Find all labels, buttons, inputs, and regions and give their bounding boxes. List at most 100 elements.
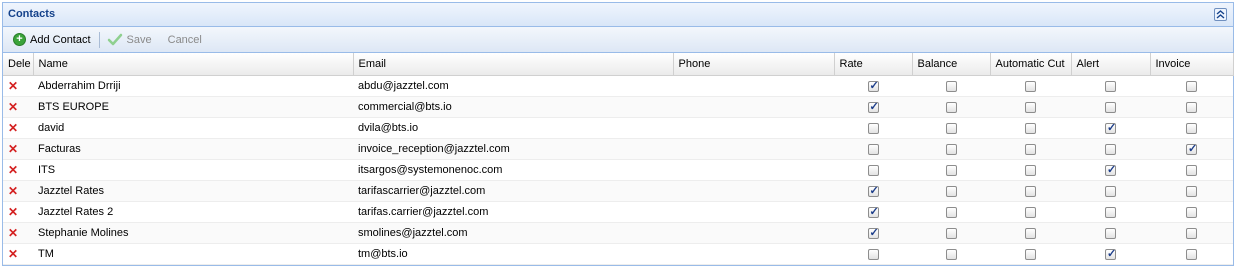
email-cell[interactable]: tm@bts.io [353, 243, 673, 265]
balance-checkbox[interactable] [945, 80, 957, 92]
save-button[interactable]: Save [104, 30, 155, 50]
invoice-checkbox[interactable] [1186, 80, 1197, 92]
alert-checkbox[interactable] [1105, 227, 1116, 239]
alert-checkbox[interactable] [1105, 247, 1116, 260]
automatic-cut-checkbox[interactable] [1025, 122, 1036, 134]
cancel-button[interactable]: Cancel [161, 30, 205, 50]
delete-x-icon[interactable]: ✕ [8, 226, 18, 240]
email-cell[interactable]: commercial@bts.io [353, 96, 673, 118]
phone-cell[interactable] [673, 159, 834, 181]
balance-checkbox[interactable] [945, 122, 957, 134]
balance-checkbox[interactable] [945, 164, 957, 176]
alert-checkbox[interactable] [1105, 101, 1116, 113]
automatic-cut-checkbox[interactable] [1025, 164, 1036, 176]
rate-checkbox[interactable] [867, 79, 879, 92]
balance-checkbox[interactable] [945, 248, 957, 260]
name-cell[interactable]: david [33, 117, 353, 139]
name-cell[interactable]: Jazztel Rates 2 [33, 201, 353, 223]
name-cell[interactable]: BTS EUROPE [33, 96, 353, 118]
rate-checkbox[interactable] [867, 248, 879, 260]
column-header-alert[interactable]: Alert [1071, 53, 1151, 76]
rate-checkbox[interactable] [867, 205, 879, 218]
balance-checkbox[interactable] [945, 143, 957, 155]
automatic-cut-checkbox[interactable] [1025, 143, 1036, 155]
balance-checkbox[interactable] [945, 185, 957, 197]
column-header-rate[interactable]: Rate [834, 53, 913, 76]
add-contact-button[interactable]: + Add Contact [10, 30, 94, 50]
name-cell[interactable]: TM [33, 243, 353, 265]
phone-cell[interactable] [673, 138, 834, 160]
table-row[interactable]: ✕ Abderrahim Drriji abdu@jazztel.com [3, 75, 1233, 97]
balance-checkbox[interactable] [945, 206, 957, 218]
name-cell[interactable]: Facturas [33, 138, 353, 160]
automatic-cut-checkbox[interactable] [1025, 80, 1036, 92]
phone-cell[interactable] [673, 243, 834, 265]
delete-x-icon[interactable]: ✕ [8, 184, 18, 198]
email-cell[interactable]: tarifas.carrier@jazztel.com [353, 201, 673, 223]
table-row[interactable]: ✕ Jazztel Rates 2 tarifas.carrier@jazztel.… [3, 201, 1233, 223]
phone-cell[interactable] [673, 117, 834, 139]
name-cell[interactable]: Stephanie Molines [33, 222, 353, 244]
rate-checkbox[interactable] [867, 100, 879, 113]
delete-x-icon[interactable]: ✕ [8, 205, 18, 219]
table-row[interactable]: ✕ Jazztel Rates tarifascarrier@jazztel.com [3, 180, 1233, 202]
column-header-email[interactable]: Email [353, 53, 674, 76]
rate-checkbox[interactable] [867, 164, 879, 176]
invoice-checkbox[interactable] [1186, 164, 1197, 176]
email-cell[interactable]: dvila@bts.io [353, 117, 673, 139]
column-header-delete[interactable]: Dele [3, 53, 34, 76]
table-row[interactable]: ✕ Facturas invoice_reception@jazztel.com [3, 138, 1233, 160]
alert-checkbox[interactable] [1105, 143, 1116, 155]
alert-checkbox[interactable] [1105, 80, 1116, 92]
delete-x-icon[interactable]: ✕ [8, 100, 18, 114]
alert-checkbox[interactable] [1105, 121, 1116, 134]
delete-x-icon[interactable]: ✕ [8, 79, 18, 93]
rate-checkbox[interactable] [867, 226, 879, 239]
name-cell[interactable]: Jazztel Rates [33, 180, 353, 202]
automatic-cut-checkbox[interactable] [1025, 185, 1036, 197]
invoice-checkbox[interactable] [1186, 122, 1197, 134]
column-header-phone[interactable]: Phone [673, 53, 835, 76]
invoice-checkbox[interactable] [1186, 185, 1197, 197]
column-header-invoice[interactable]: Invoice [1150, 53, 1234, 76]
rate-checkbox[interactable] [867, 122, 879, 134]
automatic-cut-checkbox[interactable] [1025, 206, 1036, 218]
delete-x-icon[interactable]: ✕ [8, 163, 18, 177]
invoice-checkbox[interactable] [1186, 248, 1197, 260]
phone-cell[interactable] [673, 201, 834, 223]
column-header-balance[interactable]: Balance [912, 53, 991, 76]
email-cell[interactable]: invoice_reception@jazztel.com [353, 138, 673, 160]
name-cell[interactable]: Abderrahim Drriji [33, 75, 353, 97]
collapse-icon[interactable] [1214, 8, 1227, 21]
alert-checkbox[interactable] [1105, 206, 1116, 218]
email-cell[interactable]: abdu@jazztel.com [353, 75, 673, 97]
table-row[interactable]: ✕ david dvila@bts.io [3, 117, 1233, 139]
email-cell[interactable]: itsargos@systemonenoc.com [353, 159, 673, 181]
automatic-cut-checkbox[interactable] [1025, 101, 1036, 113]
balance-checkbox[interactable] [945, 227, 957, 239]
phone-cell[interactable] [673, 75, 834, 97]
name-cell[interactable]: ITS [33, 159, 353, 181]
delete-x-icon[interactable]: ✕ [8, 121, 18, 135]
table-row[interactable]: ✕ ITS itsargos@systemonenoc.com [3, 159, 1233, 181]
phone-cell[interactable] [673, 222, 834, 244]
balance-checkbox[interactable] [945, 101, 957, 113]
email-cell[interactable]: smolines@jazztel.com [353, 222, 673, 244]
automatic-cut-checkbox[interactable] [1025, 248, 1036, 260]
alert-checkbox[interactable] [1105, 185, 1116, 197]
rate-checkbox[interactable] [867, 143, 879, 155]
email-cell[interactable]: tarifascarrier@jazztel.com [353, 180, 673, 202]
invoice-checkbox[interactable] [1186, 142, 1197, 155]
alert-checkbox[interactable] [1105, 163, 1116, 176]
column-header-automatic-cut[interactable]: Automatic Cut [990, 53, 1072, 76]
table-row[interactable]: ✕ BTS EUROPE commercial@bts.io [3, 96, 1233, 118]
automatic-cut-checkbox[interactable] [1025, 227, 1036, 239]
delete-x-icon[interactable]: ✕ [8, 142, 18, 156]
invoice-checkbox[interactable] [1186, 227, 1197, 239]
invoice-checkbox[interactable] [1186, 101, 1197, 113]
column-header-name[interactable]: Name [33, 53, 354, 76]
delete-x-icon[interactable]: ✕ [8, 247, 18, 261]
phone-cell[interactable] [673, 180, 834, 202]
table-row[interactable]: ✕ Stephanie Molines smolines@jazztel.com [3, 222, 1233, 244]
rate-checkbox[interactable] [867, 184, 879, 197]
